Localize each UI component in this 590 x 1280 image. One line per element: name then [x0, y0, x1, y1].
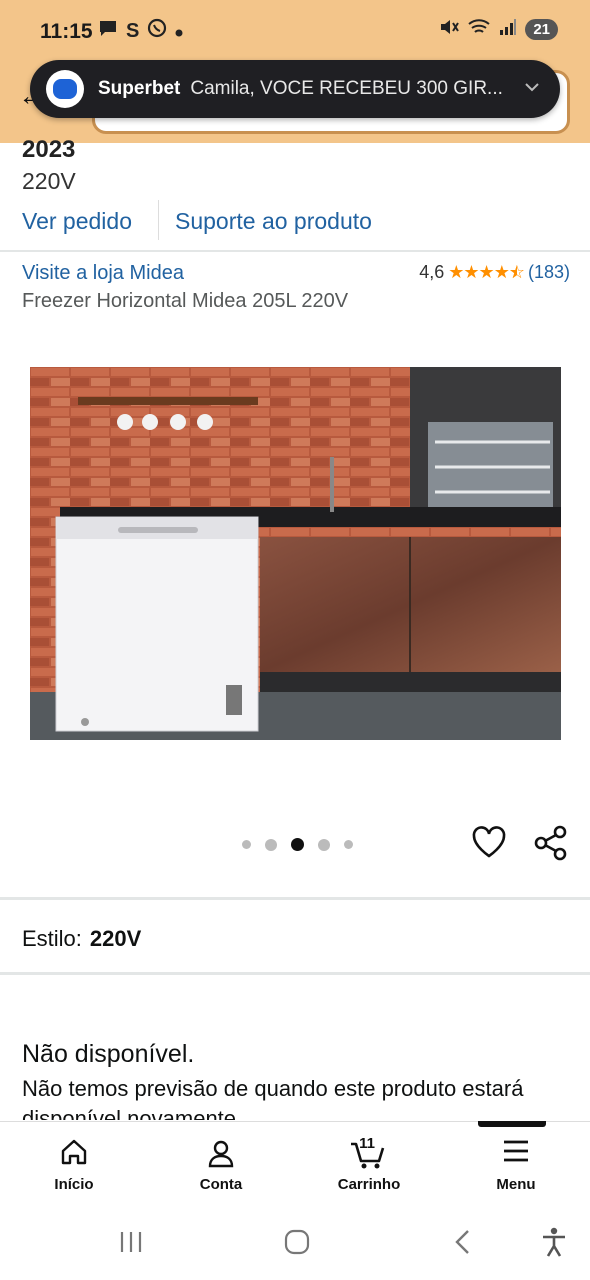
- divider: [0, 972, 590, 975]
- order-links: Ver pedido Suporte ao produto: [0, 200, 590, 252]
- dot-icon: [175, 20, 183, 43]
- chevron-down-icon[interactable]: [524, 76, 540, 97]
- availability-title: Não disponível.: [22, 1040, 195, 1068]
- messages-app-icon: [46, 70, 84, 108]
- person-icon: [208, 1140, 234, 1168]
- status-time: 11:15: [40, 20, 93, 43]
- recent-apps-icon[interactable]: [118, 1229, 144, 1260]
- nav-account[interactable]: Conta: [147, 1122, 295, 1208]
- nav-cart-label: Carrinho: [337, 1176, 401, 1193]
- nav-home-label: Início: [54, 1176, 94, 1193]
- product-title: Freezer Horizontal Midea 205L 220V: [22, 290, 349, 312]
- status-right-icons: 21: [439, 18, 558, 41]
- notification-banner[interactable]: Superbet Camila, VOCE RECEBEU 300 GIR...: [30, 60, 560, 118]
- bottom-navigation: Início Conta 11 Carrinho Menu: [0, 1121, 590, 1207]
- rating-value: 4,6: [419, 262, 445, 282]
- accessibility-icon[interactable]: [540, 1226, 568, 1263]
- view-order-link[interactable]: Ver pedido: [22, 208, 132, 235]
- star-rating-icon: ★★★★☆ ★: [448, 262, 525, 282]
- carousel-dot[interactable]: [344, 840, 353, 849]
- system-navigation-bar: [0, 1207, 590, 1280]
- store-link[interactable]: Visite a loja Midea: [22, 262, 184, 285]
- product-year-fragment: 2023: [22, 136, 76, 162]
- product-voltage: 220V: [22, 168, 76, 194]
- home-button-icon[interactable]: [283, 1228, 311, 1261]
- menu-icon: [504, 1140, 528, 1162]
- status-bar: 11:15 S 21: [0, 0, 590, 66]
- link-divider: [158, 200, 159, 240]
- back-button-icon[interactable]: [450, 1228, 476, 1261]
- nav-account-label: Conta: [199, 1176, 243, 1193]
- wifi-icon: [467, 18, 491, 41]
- nav-menu-label: Menu: [496, 1176, 536, 1193]
- style-label: Estilo:: [22, 926, 82, 951]
- product-image[interactable]: [30, 367, 561, 740]
- share-icon[interactable]: [532, 824, 570, 867]
- cart-icon: [351, 1142, 385, 1169]
- whatsapp-icon: [147, 18, 167, 44]
- carousel-dot[interactable]: [318, 838, 330, 851]
- product-support-link[interactable]: Suporte ao produto: [175, 208, 372, 235]
- mute-icon: [439, 18, 460, 41]
- divider: [0, 897, 590, 900]
- nav-home[interactable]: Início: [0, 1122, 148, 1208]
- notification-message: Camila, VOCE RECEBEU 300 GIR...: [190, 78, 503, 99]
- heart-icon[interactable]: [470, 824, 508, 865]
- notification-app-name: Superbet: [98, 78, 181, 99]
- carousel-dot[interactable]: [265, 838, 277, 851]
- rating-count[interactable]: (183): [528, 262, 570, 283]
- carousel-dot[interactable]: [242, 840, 251, 849]
- status-left-icons: S: [98, 18, 183, 44]
- style-value: 220V: [89, 926, 142, 951]
- s-icon: S: [126, 19, 140, 42]
- active-indicator: [478, 1121, 546, 1127]
- nav-cart[interactable]: 11 Carrinho: [295, 1122, 443, 1208]
- carousel-dot-active[interactable]: [291, 838, 304, 851]
- signal-icon: [499, 18, 517, 41]
- rating-summary[interactable]: 4,6 ★★★★☆ ★ (183): [419, 262, 570, 283]
- chat-bubble-icon: [98, 19, 118, 43]
- style-selector: Estilo: 220V: [22, 926, 141, 952]
- nav-menu[interactable]: Menu: [442, 1121, 590, 1208]
- home-icon: [61, 1139, 87, 1165]
- carousel-dots[interactable]: [242, 838, 353, 851]
- availability-text: Não temos previsão de quando este produt…: [22, 1076, 524, 1120]
- battery-indicator: 21: [525, 19, 558, 40]
